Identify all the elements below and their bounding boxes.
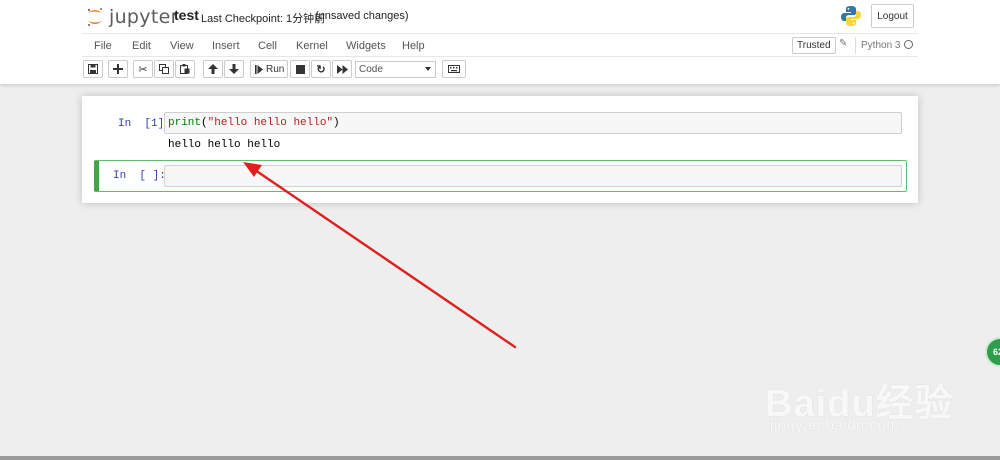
arrow-shaft bbox=[256, 170, 517, 349]
arrow-head bbox=[243, 162, 262, 177]
bottom-edge bbox=[0, 456, 1000, 460]
watermark-url: jingyan.baidu.com bbox=[770, 417, 900, 434]
